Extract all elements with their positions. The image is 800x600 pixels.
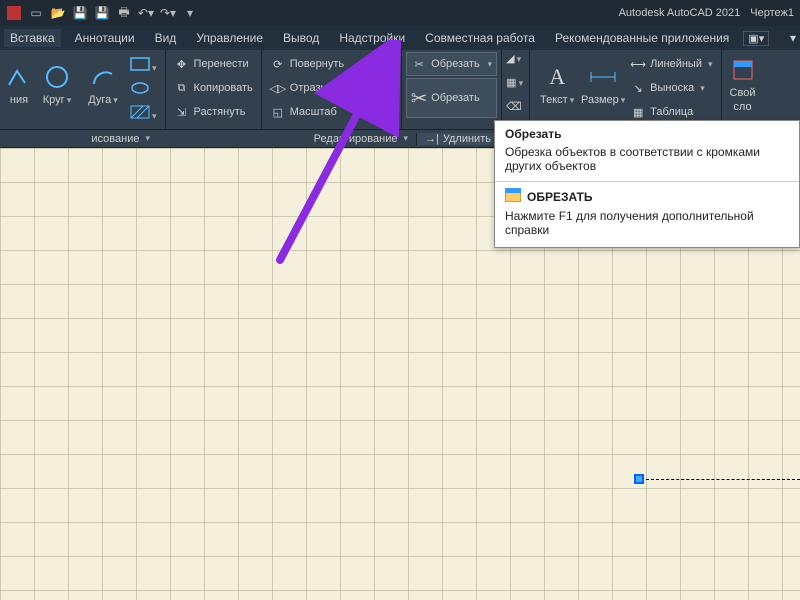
- search-dropdown-icon[interactable]: ▾: [790, 31, 796, 45]
- circle-icon: [42, 62, 72, 92]
- leader-icon: ↘: [630, 80, 646, 96]
- polyline-label: ния: [10, 94, 28, 106]
- rubber-band-line: [646, 479, 800, 480]
- trim-split-button[interactable]: ✂Обрезать ▾: [406, 52, 497, 76]
- chevron-down-icon: ▾: [113, 95, 118, 105]
- arc-icon: [88, 62, 118, 92]
- polyline-icon: [4, 62, 34, 92]
- fillet-icon[interactable]: ◢▾: [506, 52, 525, 76]
- mirror-icon: ◁▷: [270, 80, 286, 96]
- scissors-icon: ✂: [411, 90, 427, 106]
- annotation-panel: A Текст▾ Размер▾ ⟷Линейный▾ ↘Выноска▾ ▦Т…: [530, 50, 721, 129]
- tab-output[interactable]: Вывод: [277, 29, 325, 47]
- tooltip-command: ОБРЕЗАТЬ: [495, 182, 799, 207]
- tab-annotations[interactable]: Аннотации: [69, 29, 141, 47]
- move-button[interactable]: ✥Перенести: [170, 52, 257, 76]
- tab-more-icon[interactable]: ▣▾: [743, 31, 769, 46]
- scale-button[interactable]: ◱Масштаб: [266, 100, 397, 124]
- rotate-icon: ⟳: [270, 56, 286, 72]
- hatch-icon[interactable]: ▾: [130, 105, 157, 122]
- chevron-down-icon: ▾: [67, 95, 72, 105]
- stretch-button[interactable]: ⇲Растянуть: [170, 100, 257, 124]
- trim-dropdown-item[interactable]: ✂Обрезать: [406, 78, 497, 118]
- ribbon: ния Круг▾ Дуга▾ ▾ ▾ ✥Перенести ⧉Копирова…: [0, 50, 800, 130]
- selection-grip[interactable]: [634, 474, 644, 484]
- ribbon-tabs: Вставка Аннотации Вид Управление Вывод Н…: [0, 26, 800, 50]
- redo-icon[interactable]: ↷▾: [160, 5, 176, 21]
- draw-panel: ния Круг▾ Дуга▾ ▾ ▾: [0, 50, 166, 129]
- command-tooltip: Обрезать Обрезка объектов в соответствии…: [494, 120, 800, 248]
- modify-panel-title[interactable]: Редактирование▾: [158, 133, 416, 145]
- trim-icon: ✂: [411, 56, 427, 72]
- modify-icons-panel: ◢▾ ▦▾ ⌫: [502, 50, 530, 129]
- draw-panel-title[interactable]: исование▾: [0, 133, 158, 145]
- tab-featured[interactable]: Рекомендованные приложения: [549, 29, 735, 47]
- open-icon[interactable]: 📂: [50, 5, 66, 21]
- text-button[interactable]: A Текст▾: [534, 52, 580, 116]
- stretch-icon: ⇲: [174, 104, 190, 120]
- modify-panel-2: ⟳Повернуть ◁▷Отразить зеркально ◱Масштаб: [262, 50, 402, 129]
- properties-icon: [728, 55, 758, 85]
- quick-access-toolbar: ▭ 📂 💾 💾 🖶 ↶▾ ↷▾ ▾: [6, 5, 198, 21]
- dimension-button[interactable]: Размер▾: [580, 52, 626, 116]
- tab-insert[interactable]: Вставка: [4, 29, 61, 47]
- arc-button[interactable]: Дуга▾: [80, 52, 126, 116]
- text-icon: A: [542, 62, 572, 92]
- scale-icon: ◱: [270, 104, 286, 120]
- doc-title: Чертеж1: [750, 7, 794, 19]
- extend-icon: →|: [425, 133, 439, 145]
- copy-icon: ⧉: [174, 80, 190, 96]
- table-icon: ▦: [630, 104, 646, 120]
- copy-button[interactable]: ⧉Копировать: [170, 76, 257, 100]
- save-icon[interactable]: 💾: [72, 5, 88, 21]
- arc-label: Дуга: [88, 94, 111, 106]
- rotate-button[interactable]: ⟳Повернуть: [266, 52, 397, 76]
- circle-button[interactable]: Круг▾: [34, 52, 80, 116]
- ellipse-icon[interactable]: [130, 81, 157, 98]
- tooltip-help: Нажмите F1 для получения дополнительной …: [495, 207, 799, 247]
- new-icon[interactable]: ▭: [28, 5, 44, 21]
- tab-manage[interactable]: Управление: [190, 29, 269, 47]
- tab-collab[interactable]: Совместная работа: [419, 29, 541, 47]
- linear-dim-button[interactable]: ⟷Линейный▾: [626, 52, 716, 76]
- properties-panel: Свой сло: [722, 50, 764, 129]
- tab-addins[interactable]: Надстройки: [333, 29, 411, 47]
- mirror-button[interactable]: ◁▷Отразить зеркально: [266, 76, 397, 100]
- print-icon[interactable]: 🖶: [116, 5, 132, 21]
- app-menu-icon[interactable]: [6, 5, 22, 21]
- chevron-down-icon[interactable]: ▾: [488, 59, 493, 70]
- properties-button[interactable]: Свой сло: [726, 52, 760, 116]
- array-icon[interactable]: ▦▾: [506, 76, 525, 100]
- extend-button[interactable]: →|Удлинить: [416, 133, 496, 145]
- linear-icon: ⟷: [630, 56, 646, 72]
- title-bar: ▭ 📂 💾 💾 🖶 ↶▾ ↷▾ ▾ Autodesk AutoCAD 2021 …: [0, 0, 800, 26]
- rectangle-icon[interactable]: ▾: [130, 57, 157, 74]
- qat-dropdown-icon[interactable]: ▾: [182, 5, 198, 21]
- tooltip-title: Обрезать: [495, 121, 799, 143]
- leader-button[interactable]: ↘Выноска▾: [626, 76, 716, 100]
- modify-panel: ✥Перенести ⧉Копировать ⇲Растянуть: [166, 50, 262, 129]
- trim-panel: ✂Обрезать ▾ ✂Обрезать: [402, 50, 502, 129]
- tooltip-description: Обрезка объектов в соответствии с кромка…: [495, 143, 799, 182]
- command-icon: [505, 188, 521, 205]
- dimension-icon: [588, 62, 618, 92]
- tab-view[interactable]: Вид: [149, 29, 183, 47]
- move-icon: ✥: [174, 56, 190, 72]
- polyline-button[interactable]: ния: [4, 52, 34, 116]
- app-title: Autodesk AutoCAD 2021: [619, 7, 741, 19]
- circle-label: Круг: [43, 94, 65, 106]
- saveas-icon[interactable]: 💾: [94, 5, 110, 21]
- undo-icon[interactable]: ↶▾: [138, 5, 154, 21]
